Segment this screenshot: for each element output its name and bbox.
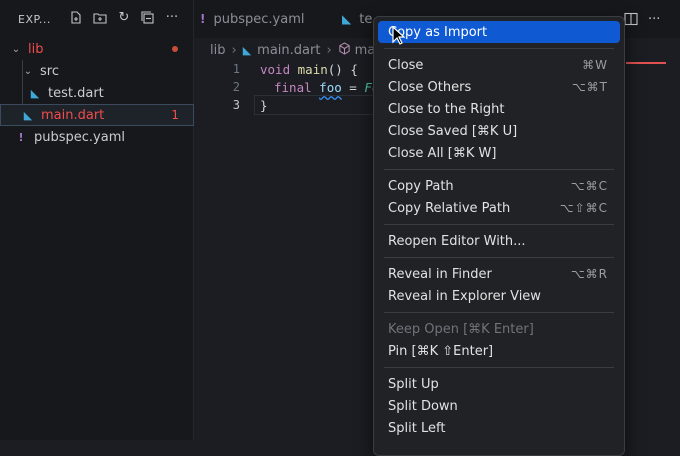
code-punctuation: } (260, 98, 268, 113)
menu-item-label: Keep Open [⌘K Enter] (388, 321, 534, 337)
problem-dot (172, 46, 178, 52)
menu-shortcut: ⌥⇧⌘C (559, 201, 608, 215)
tree-item-lib[interactable]: ⌄ lib (0, 38, 194, 60)
chevron-right-icon: › (231, 42, 237, 58)
minimap-error-marker (626, 62, 666, 64)
code-variable: foo (319, 80, 342, 95)
menu-item-label: Reveal in Finder (388, 266, 492, 282)
menu-separator (384, 48, 614, 49)
chevron-right-icon: › (326, 42, 332, 58)
menu-item-label: Close to the Right (388, 101, 505, 117)
line-number: 3 (232, 98, 240, 112)
menu-item-close-saved[interactable]: Close Saved [⌘K U] (378, 120, 620, 142)
menu-shortcut: ⌘W (582, 58, 608, 72)
menu-item-close-to-the-right[interactable]: Close to the Right (378, 98, 620, 120)
editor-actions: ··· (624, 12, 660, 30)
line-number: 1 (232, 62, 240, 76)
breadcrumb-file[interactable]: main.dart (257, 43, 320, 58)
more-icon[interactable]: ··· (165, 11, 179, 25)
problem-count-badge: 1 (171, 108, 179, 122)
menu-item-split-left[interactable]: Split Left (378, 417, 620, 439)
tab-label: pubspec.yaml (213, 11, 305, 27)
menu-item-label: Copy Path (388, 178, 454, 194)
code-punctuation: () { (327, 62, 358, 77)
tree-item-test-dart[interactable]: ◣ test.dart (0, 82, 194, 104)
tree-item-label: pubspec.yaml (34, 129, 125, 145)
dart-file-icon: ◣ (342, 12, 352, 26)
menu-item-label: Split Left (388, 420, 446, 436)
dart-file-icon: ◣ (30, 86, 40, 100)
code-keyword: void (260, 62, 291, 77)
menu-separator (384, 224, 614, 225)
menu-item-label: Close Saved [⌘K U] (388, 123, 518, 139)
tab-pubspec-yaml[interactable]: ! pubspec.yaml (200, 0, 304, 38)
menu-separator (384, 169, 614, 170)
code-line-3: } (260, 98, 268, 113)
tab-label: te (359, 11, 373, 27)
tab-test-dart[interactable]: ◣ te (342, 0, 372, 38)
menu-item-copy-relative-path[interactable]: Copy Relative Path ⌥⇧⌘C (378, 197, 620, 219)
dart-file-icon: ◣ (242, 43, 252, 57)
code-operator: = (341, 80, 365, 95)
cube-icon (338, 41, 351, 59)
menu-item-pin[interactable]: Pin [⌘K ⇧Enter] (378, 340, 620, 362)
menu-separator (384, 312, 614, 313)
explorer-actions: ↻ ··· (69, 11, 179, 25)
breadcrumb: lib › ◣ main.dart › ma (210, 40, 375, 60)
refresh-icon[interactable]: ↻ (117, 11, 131, 25)
menu-shortcut: ⌥⌘C (570, 179, 608, 193)
chevron-down-icon: ⌄ (23, 65, 33, 77)
mouse-pointer-icon (392, 25, 406, 46)
menu-item-copy-as-import[interactable]: Copy as Import (378, 21, 620, 43)
menu-separator (384, 367, 614, 368)
explorer-sidebar: EXP... ↻ ··· ⌄ lib ⌄ src ◣ test.dart ◣ m… (0, 0, 194, 440)
menu-item-label: Reopen Editor With... (388, 233, 526, 249)
line-number: 2 (232, 80, 240, 94)
new-file-icon[interactable] (69, 11, 83, 25)
menu-shortcut: ⌥⌘T (571, 80, 608, 94)
tree-item-label: lib (28, 41, 44, 57)
menu-item-label: Close All [⌘K W] (388, 145, 497, 161)
breadcrumb-folder[interactable]: lib (210, 43, 225, 58)
menu-shortcut: ⌥⌘R (570, 267, 608, 281)
tree-item-main-dart[interactable]: ◣ main.dart 1 (0, 104, 194, 126)
menu-item-close[interactable]: Close ⌘W (378, 54, 620, 76)
more-icon[interactable]: ··· (648, 12, 660, 30)
tree-item-label: main.dart (41, 107, 105, 123)
collapse-all-icon[interactable] (141, 11, 155, 25)
menu-item-reopen-editor-with[interactable]: Reopen Editor With... (378, 230, 620, 252)
new-folder-icon[interactable] (93, 11, 107, 25)
menu-item-close-all[interactable]: Close All [⌘K W] (378, 142, 620, 164)
menu-item-split-up[interactable]: Split Up (378, 373, 620, 395)
chevron-down-icon: ⌄ (11, 43, 21, 55)
menu-item-label: Copy Relative Path (388, 200, 511, 216)
menu-item-keep-open: Keep Open [⌘K Enter] (378, 318, 620, 340)
code-function: main (297, 62, 328, 77)
menu-item-label: Split Up (388, 376, 439, 392)
code-line-2: final foo = Fo (274, 80, 379, 95)
yaml-file-icon: ! (18, 130, 24, 144)
tree-item-pubspec[interactable]: ! pubspec.yaml (0, 126, 194, 148)
menu-item-close-others[interactable]: Close Others ⌥⌘T (378, 76, 620, 98)
yaml-file-icon: ! (200, 12, 206, 26)
tree-item-src[interactable]: ⌄ src (0, 60, 194, 82)
tree-item-label: test.dart (48, 85, 104, 101)
menu-item-split-down[interactable]: Split Down (378, 395, 620, 417)
menu-item-label: Close (388, 57, 424, 73)
menu-item-copy-path[interactable]: Copy Path ⌥⌘C (378, 175, 620, 197)
tree-item-label: src (40, 63, 59, 79)
code-line-1: void main() { (260, 62, 358, 77)
menu-item-reveal-in-explorer[interactable]: Reveal in Explorer View (378, 285, 620, 307)
dart-file-icon: ◣ (23, 108, 33, 122)
split-editor-icon[interactable] (624, 12, 638, 30)
menu-item-label: Pin [⌘K ⇧Enter] (388, 343, 494, 359)
menu-separator (384, 257, 614, 258)
menu-item-label: Close Others (388, 79, 472, 95)
menu-item-label: Reveal in Explorer View (388, 288, 541, 304)
menu-item-reveal-in-finder[interactable]: Reveal in Finder ⌥⌘R (378, 263, 620, 285)
code-keyword: final (274, 80, 312, 95)
context-menu: Copy as Import Close ⌘W Close Others ⌥⌘T C… (373, 16, 625, 456)
menu-item-label: Split Down (388, 398, 458, 414)
